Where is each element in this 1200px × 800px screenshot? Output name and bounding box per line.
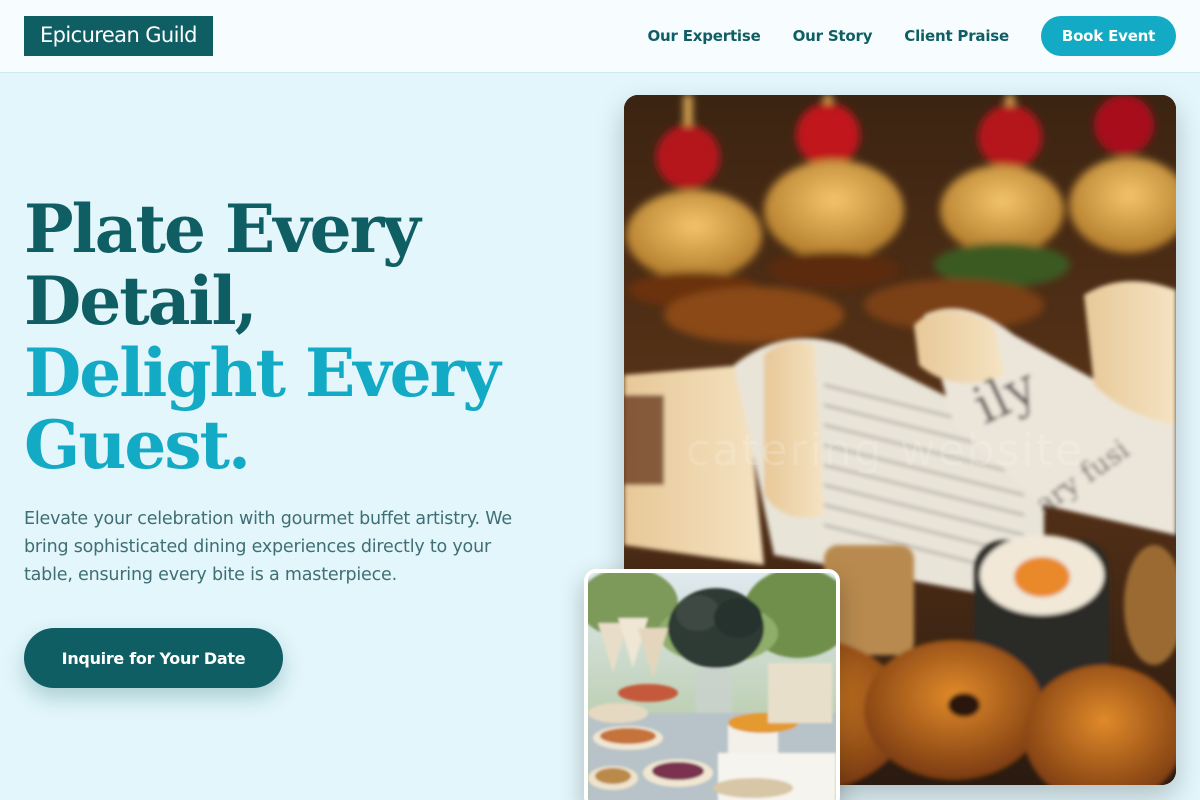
hero-headline: Plate Every Detail, Delight Every Guest.	[24, 193, 584, 481]
inquire-date-button[interactable]: Inquire for Your Date	[24, 628, 283, 688]
image-watermark: catering website	[686, 425, 1085, 476]
hero-secondary-image	[584, 569, 840, 800]
main-nav: Our Expertise Our Story Client Praise Bo…	[647, 16, 1176, 56]
nav-link-our-story[interactable]: Our Story	[793, 27, 873, 45]
headline-line-1: Plate Every	[24, 190, 421, 268]
book-event-button[interactable]: Book Event	[1041, 16, 1176, 56]
site-header: Epicurean Guild Our Expertise Our Story …	[0, 0, 1200, 73]
headline-line-2: Detail,	[24, 262, 258, 340]
hero-description: Elevate your celebration with gourmet bu…	[24, 509, 512, 585]
nav-link-our-expertise[interactable]: Our Expertise	[647, 27, 760, 45]
nav-link-client-praise[interactable]: Client Praise	[904, 27, 1009, 45]
buffet-table-illustration	[588, 573, 836, 800]
headline-line-4: Guest.	[24, 406, 251, 484]
site-logo[interactable]: Epicurean Guild	[24, 16, 213, 56]
headline-line-3: Delight Every	[24, 334, 501, 412]
